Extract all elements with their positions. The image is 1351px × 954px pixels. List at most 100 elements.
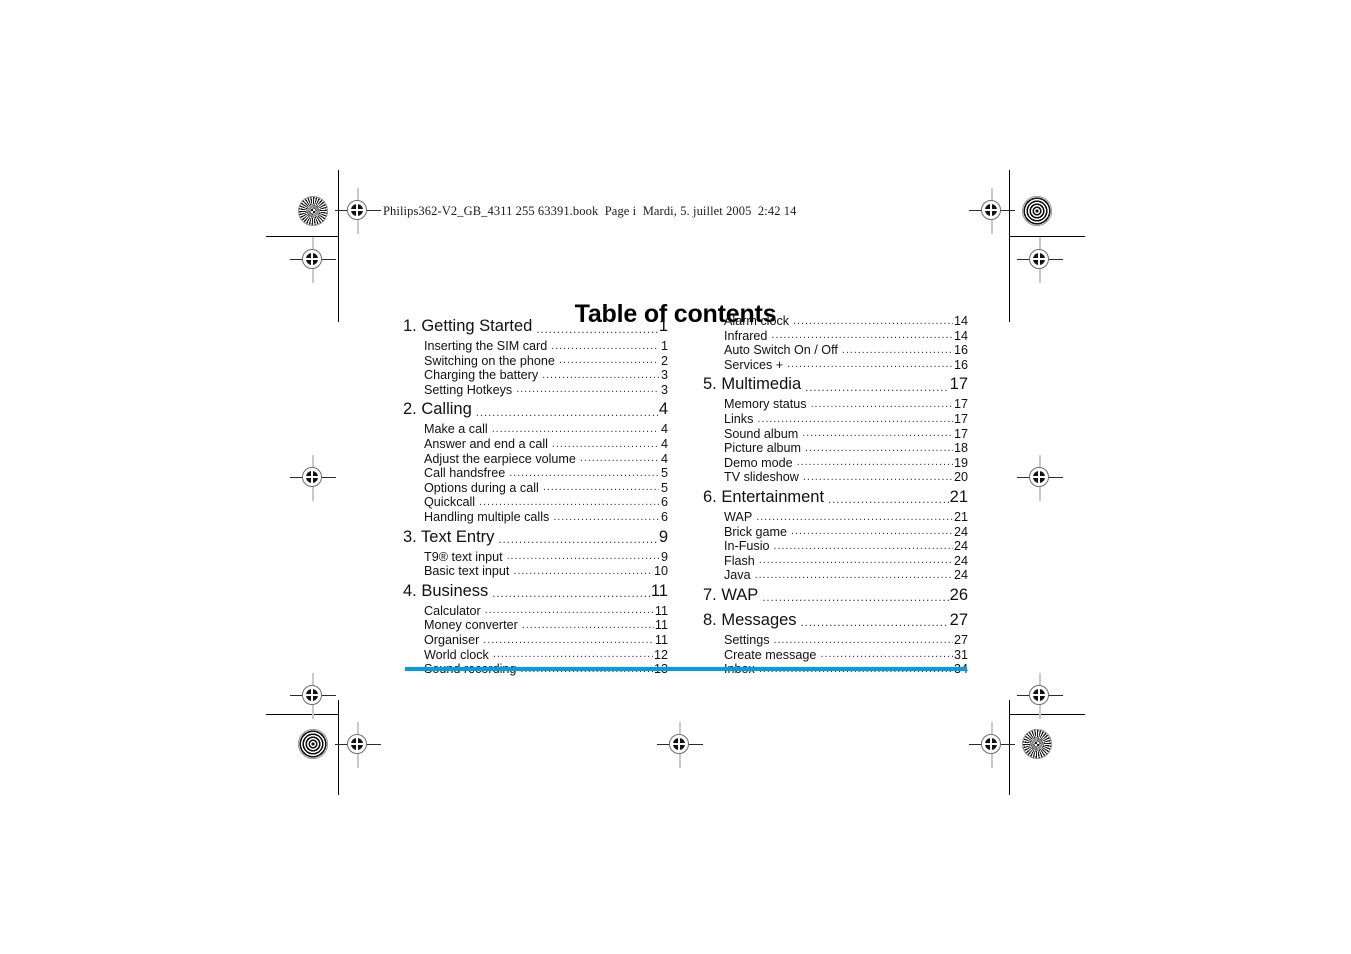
toc-page-number: 5 <box>660 480 668 495</box>
toc-page-number: 27 <box>949 610 968 629</box>
toc-entry-row[interactable]: Links...................................… <box>703 412 968 427</box>
toc-entry-row[interactable]: WAP.....................................… <box>703 510 968 525</box>
registration-mark-right-lower <box>1017 673 1063 719</box>
toc-entry-row[interactable]: Calculator..............................… <box>403 604 668 619</box>
toc-leader-dots: ........................................… <box>551 438 659 450</box>
toc-leader-dots: ........................................… <box>513 565 653 577</box>
toc-entry-row[interactable]: TV slideshow............................… <box>703 470 968 485</box>
toc-entry-row[interactable]: Call handsfree..........................… <box>403 466 668 481</box>
toc-page-number: 4 <box>660 436 668 451</box>
trim-line-bottom-right-h <box>1009 714 1085 715</box>
toc-entry-label: Memory status <box>724 397 807 412</box>
toc-page-number: 31 <box>953 647 968 662</box>
toc-entry-label: Basic text input <box>424 564 510 579</box>
toc-entry-row[interactable]: T9® text input..........................… <box>403 550 668 565</box>
toc-entry-label: Charging the battery <box>424 368 539 383</box>
toc-chapter-row[interactable]: 1. Getting Started......................… <box>403 314 668 339</box>
toc-entry-label: T9® text input <box>424 549 503 564</box>
toc-chapter-row[interactable]: 8. Messages.............................… <box>703 608 968 633</box>
registration-mark-right-middle <box>1017 455 1063 501</box>
toc-entry-label: Handling multiple calls <box>424 509 550 524</box>
toc-entry-label: Options during a call <box>424 480 539 495</box>
toc-entry-row[interactable]: Switching on the phone..................… <box>403 354 668 369</box>
toc-entry-row[interactable]: Infrared................................… <box>703 329 968 344</box>
toc-entry-row[interactable]: Charging the battery....................… <box>403 368 668 383</box>
toc-entry-row[interactable]: Quickcall...............................… <box>403 495 668 510</box>
toc-entry-row[interactable]: Setting Hotkeys.........................… <box>403 383 668 398</box>
toc-entry-label: 1. Getting Started <box>403 317 533 335</box>
trim-line-top-right-h <box>1009 236 1085 237</box>
toc-leader-dots: ........................................… <box>787 359 953 371</box>
toc-column-right: Alarm clock.............................… <box>703 314 968 677</box>
toc-entry-label: Links <box>724 411 754 426</box>
toc-page-number: 5 <box>660 466 668 481</box>
toc-entry-row[interactable]: Alarm clock.............................… <box>703 314 968 329</box>
toc-entry-row[interactable]: Sound album.............................… <box>703 427 968 442</box>
toc-leader-dots: ........................................… <box>802 471 953 483</box>
toc-leader-dots: ........................................… <box>828 495 949 507</box>
toc-entry-row[interactable]: Services +..............................… <box>703 358 968 373</box>
toc-entry-label: Quickcall <box>424 495 476 510</box>
toc-entry-row[interactable]: Inserting the SIM card..................… <box>403 339 668 354</box>
trim-line-left-lower <box>338 700 339 795</box>
toc-entry-label: TV slideshow <box>724 470 799 485</box>
toc-entry-row[interactable]: Money converter.........................… <box>403 618 668 633</box>
toc-leader-dots: ........................................… <box>579 453 659 465</box>
toc-chapter-row[interactable]: 7. WAP..................................… <box>703 583 968 608</box>
toc-page-number: 6 <box>660 509 668 524</box>
toc-entry-row[interactable]: Handling multiple calls.................… <box>403 510 668 525</box>
toc-entry-row[interactable]: Picture album...........................… <box>703 441 968 456</box>
toc-chapter-row[interactable]: 5. Multimedia...........................… <box>703 372 968 397</box>
toc-page-number: 17 <box>953 397 968 412</box>
toc-page-number: 24 <box>953 539 968 554</box>
toc-leader-dots: ........................................… <box>771 330 953 342</box>
toc-entry-label: Organiser <box>424 632 480 647</box>
toc-entry-row[interactable]: Java....................................… <box>703 568 968 583</box>
toc-leader-dots: ........................................… <box>757 413 953 425</box>
toc-entry-label: 5. Multimedia <box>703 375 802 394</box>
toc-leader-dots: ........................................… <box>479 496 659 508</box>
toc-chapter-row[interactable]: 3. Text Entry...........................… <box>403 525 668 550</box>
toc-page-number: 24 <box>953 553 968 568</box>
toc-entry-label: Brick game <box>724 524 787 539</box>
toc-chapter-row[interactable]: 4. Business.............................… <box>403 579 668 604</box>
registration-mark-top-center <box>335 188 381 234</box>
toc-entry-row[interactable]: Basic text input........................… <box>403 564 668 579</box>
toc-entry-label: Adjust the earpiece volume <box>424 451 576 466</box>
toc-entry-row[interactable]: Make a call.............................… <box>403 422 668 437</box>
toc-page-number: 11 <box>654 618 668 633</box>
registration-mark-left-middle <box>290 455 336 501</box>
toc-entry-label: Inserting the SIM card <box>424 339 548 353</box>
toc-entry-label: 6. Entertainment <box>703 487 825 506</box>
toc-leader-dots: ........................................… <box>553 511 659 523</box>
toc-entry-row[interactable]: In-Fusio................................… <box>703 539 968 554</box>
toc-page-number: 1 <box>658 317 668 335</box>
toc-entry-row[interactable]: Demo mode...............................… <box>703 456 968 471</box>
toc-leader-dots: ........................................… <box>558 355 659 367</box>
toc-entry-label: WAP <box>724 509 753 524</box>
toc-entry-row[interactable]: Adjust the earpiece volume..............… <box>403 452 668 467</box>
toc-entry-row[interactable]: Settings................................… <box>703 633 968 648</box>
toc-entry-label: 7. WAP <box>703 585 759 604</box>
toc-chapter-row[interactable]: 6. Entertainment........................… <box>703 485 968 510</box>
toc-leader-dots: ........................................… <box>805 442 953 454</box>
toc-leader-dots: ........................................… <box>509 467 659 479</box>
toc-entry-label: Call handsfree <box>424 466 506 481</box>
toc-entry-label: Java <box>724 568 751 583</box>
toc-entry-row[interactable]: Create message..........................… <box>703 648 968 663</box>
toc-entry-row[interactable]: World clock.............................… <box>403 648 668 663</box>
registration-mark-top-right <box>969 188 1015 234</box>
toc-entry-row[interactable]: Flash...................................… <box>703 554 968 569</box>
toc-entry-row[interactable]: Brick game..............................… <box>703 525 968 540</box>
toc-entry-row[interactable]: Organiser...............................… <box>403 633 668 648</box>
toc-chapter-row[interactable]: 2. Calling..............................… <box>403 397 668 422</box>
toc-page-number: 21 <box>949 487 968 506</box>
toc-page-number: 12 <box>653 647 668 662</box>
toc-leader-dots: ........................................… <box>800 618 949 630</box>
toc-entry-row[interactable]: Auto Switch On / Off....................… <box>703 343 968 358</box>
toc-entry-row[interactable]: Memory status...........................… <box>703 397 968 412</box>
toc-entry-row[interactable]: Options during a call...................… <box>403 481 668 496</box>
toc-page-number: 26 <box>949 585 968 604</box>
toc-page-number: 9 <box>660 549 668 564</box>
toc-entry-row[interactable]: Answer and end a call...................… <box>403 437 668 452</box>
